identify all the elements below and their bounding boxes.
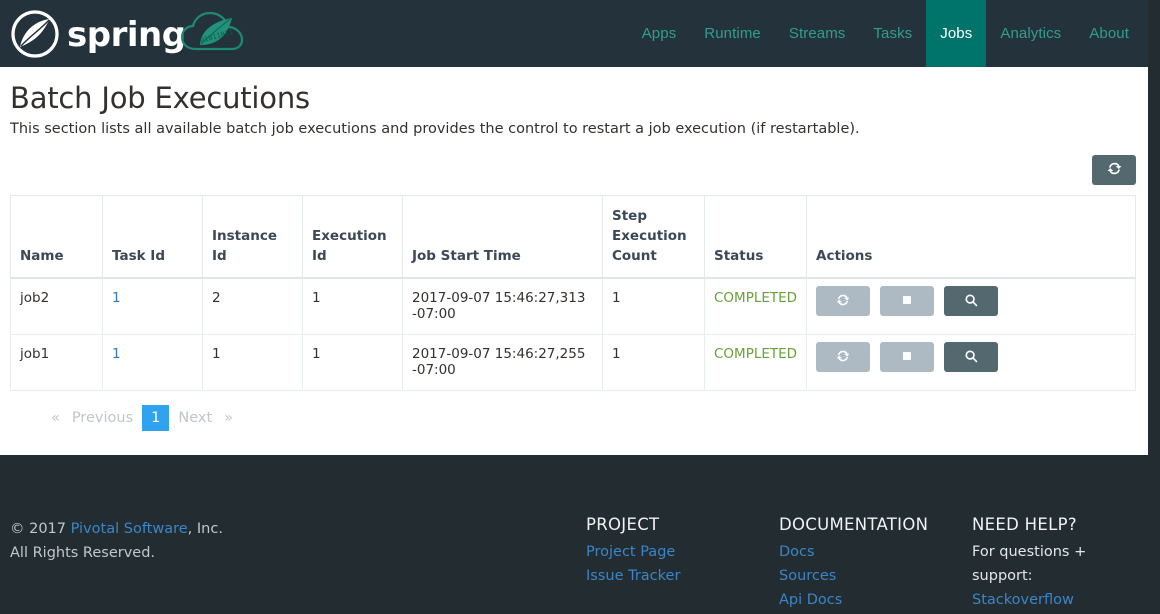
column-header-status: Status bbox=[704, 194, 807, 280]
cell-name: job1 bbox=[10, 334, 103, 392]
restart-button[interactable] bbox=[816, 342, 870, 373]
scrollbar[interactable] bbox=[1148, 0, 1160, 614]
brand-logo[interactable]: spring 01011011 bbox=[0, 0, 252, 67]
stop-button[interactable] bbox=[880, 342, 934, 373]
cell-actions bbox=[806, 277, 1136, 336]
cell-instance-id: 1 bbox=[202, 334, 303, 392]
pagination-previous[interactable]: Previous bbox=[63, 405, 142, 431]
cell-execution-id: 1 bbox=[302, 334, 403, 392]
cell-actions bbox=[806, 334, 1136, 392]
pagination-next-chevron[interactable]: » bbox=[221, 405, 236, 431]
task-id-link[interactable]: 1 bbox=[112, 346, 121, 362]
stop-button[interactable] bbox=[880, 286, 934, 317]
column-header-step-execution-count: Step Execution Count bbox=[602, 194, 705, 280]
pagination-next[interactable]: Next bbox=[169, 405, 221, 431]
column-header-job-start-time: Job Start Time bbox=[402, 194, 603, 280]
column-header-actions: Actions bbox=[806, 194, 1136, 280]
footer-link-docs[interactable]: Docs bbox=[779, 540, 928, 564]
nav-item-about[interactable]: About bbox=[1075, 0, 1148, 67]
cell-step-execution-count: 1 bbox=[602, 277, 705, 336]
footer-heading-need-help: NEED HELP? bbox=[972, 515, 1077, 534]
footer-link-stackoverflow[interactable]: Stackoverflow bbox=[972, 588, 1148, 612]
copyright-suffix: , Inc. bbox=[187, 521, 223, 537]
restart-icon bbox=[836, 293, 850, 310]
cell-job-start-time: 2017-09-07 15:46:27,255 -07:00 bbox=[402, 334, 603, 392]
refresh-icon bbox=[1106, 161, 1122, 179]
page-header: Batch Job Executions This section lists … bbox=[0, 67, 1148, 139]
cell-task-id: 1 bbox=[102, 334, 203, 392]
pagination: « Previous 1 Next » bbox=[10, 391, 1136, 432]
cell-instance-id: 2 bbox=[202, 277, 303, 336]
rights-reserved: All Rights Reserved. bbox=[10, 545, 156, 561]
column-header-execution-id: Execution Id bbox=[302, 194, 403, 280]
cell-name: job2 bbox=[10, 277, 103, 336]
page-description: This section lists all available batch j… bbox=[10, 120, 860, 137]
job-executions-table-wrap: Name Task Id Instance Id Execution Id Jo… bbox=[0, 194, 1148, 432]
copyright-prefix: © 2017 bbox=[10, 521, 71, 537]
footer-link-issue-tracker[interactable]: Issue Tracker bbox=[586, 564, 680, 588]
table-header: Name Task Id Instance Id Execution Id Jo… bbox=[10, 194, 1136, 280]
footer-link-sources[interactable]: Sources bbox=[779, 564, 928, 588]
search-icon bbox=[964, 349, 978, 366]
footer-copyright: © 2017 Pivotal Software, Inc. All Rights… bbox=[10, 517, 223, 565]
search-icon bbox=[964, 293, 978, 310]
column-header-task-id: Task Id bbox=[102, 194, 203, 280]
svg-text:spring: spring bbox=[67, 15, 186, 55]
status-badge: COMPLETED bbox=[704, 277, 807, 336]
footer-heading-project: PROJECT bbox=[586, 515, 660, 534]
spring-cloud-dataflow-icon: 01011011 bbox=[180, 9, 252, 59]
footer-support-text: For questions + support: bbox=[972, 544, 1087, 584]
refresh-button[interactable] bbox=[1092, 154, 1136, 185]
restart-button[interactable] bbox=[816, 286, 870, 317]
cell-step-execution-count: 1 bbox=[602, 334, 705, 392]
table-row: job2 1 2 1 2017-09-07 15:46:27,313 -07:0… bbox=[10, 277, 1136, 336]
stop-icon bbox=[900, 349, 914, 366]
table-header-row: Name Task Id Instance Id Execution Id Jo… bbox=[10, 194, 1136, 280]
stop-icon bbox=[900, 293, 914, 310]
cell-job-start-time: 2017-09-07 15:46:27,313 -07:00 bbox=[402, 277, 603, 336]
app-page: spring 01011011 Apps Runtime Streams Tas… bbox=[0, 0, 1148, 614]
nav-item-apps[interactable]: Apps bbox=[628, 0, 691, 67]
page-title: Batch Job Executions bbox=[10, 81, 310, 115]
view-details-button[interactable] bbox=[944, 342, 998, 373]
nav-item-tasks[interactable]: Tasks bbox=[859, 0, 926, 67]
footer-link-project-page[interactable]: Project Page bbox=[586, 540, 680, 564]
footer-column-project: PROJECT Project Page Issue Tracker bbox=[586, 515, 680, 588]
footer-heading-documentation: DOCUMENTATION bbox=[779, 515, 929, 534]
footer-column-need-help: NEED HELP? For questions + support: Stac… bbox=[972, 515, 1148, 612]
cell-execution-id: 1 bbox=[302, 277, 403, 336]
restart-icon bbox=[836, 349, 850, 366]
pagination-prev-chevron[interactable]: « bbox=[48, 405, 63, 431]
cell-task-id: 1 bbox=[102, 277, 203, 336]
nav-item-runtime[interactable]: Runtime bbox=[690, 0, 775, 67]
pagination-page-1[interactable]: 1 bbox=[142, 405, 170, 432]
view-details-button[interactable] bbox=[944, 286, 998, 317]
page-footer: © 2017 Pivotal Software, Inc. All Rights… bbox=[0, 455, 1148, 614]
status-badge: COMPLETED bbox=[704, 334, 807, 392]
column-header-instance-id: Instance Id bbox=[202, 194, 303, 280]
table-body: job2 1 2 1 2017-09-07 15:46:27,313 -07:0… bbox=[10, 277, 1136, 392]
footer-link-api-docs[interactable]: Api Docs bbox=[779, 588, 928, 612]
job-executions-table: Name Task Id Instance Id Execution Id Jo… bbox=[10, 194, 1136, 392]
nav-item-jobs[interactable]: Jobs bbox=[926, 0, 987, 67]
pivotal-software-link[interactable]: Pivotal Software bbox=[71, 521, 188, 537]
column-header-name: Name bbox=[10, 194, 103, 280]
nav-items: Apps Runtime Streams Tasks Jobs Analytic… bbox=[628, 0, 1148, 67]
task-id-link[interactable]: 1 bbox=[112, 290, 121, 306]
nav-item-streams[interactable]: Streams bbox=[775, 0, 860, 67]
table-row: job1 1 1 1 2017-09-07 15:46:27,255 -07:0… bbox=[10, 334, 1136, 392]
table-toolbar bbox=[0, 139, 1148, 185]
top-navbar: spring 01011011 Apps Runtime Streams Tas… bbox=[0, 0, 1148, 67]
footer-column-documentation: DOCUMENTATION Docs Sources Api Docs bbox=[779, 515, 928, 612]
nav-item-analytics[interactable]: Analytics bbox=[986, 0, 1075, 67]
